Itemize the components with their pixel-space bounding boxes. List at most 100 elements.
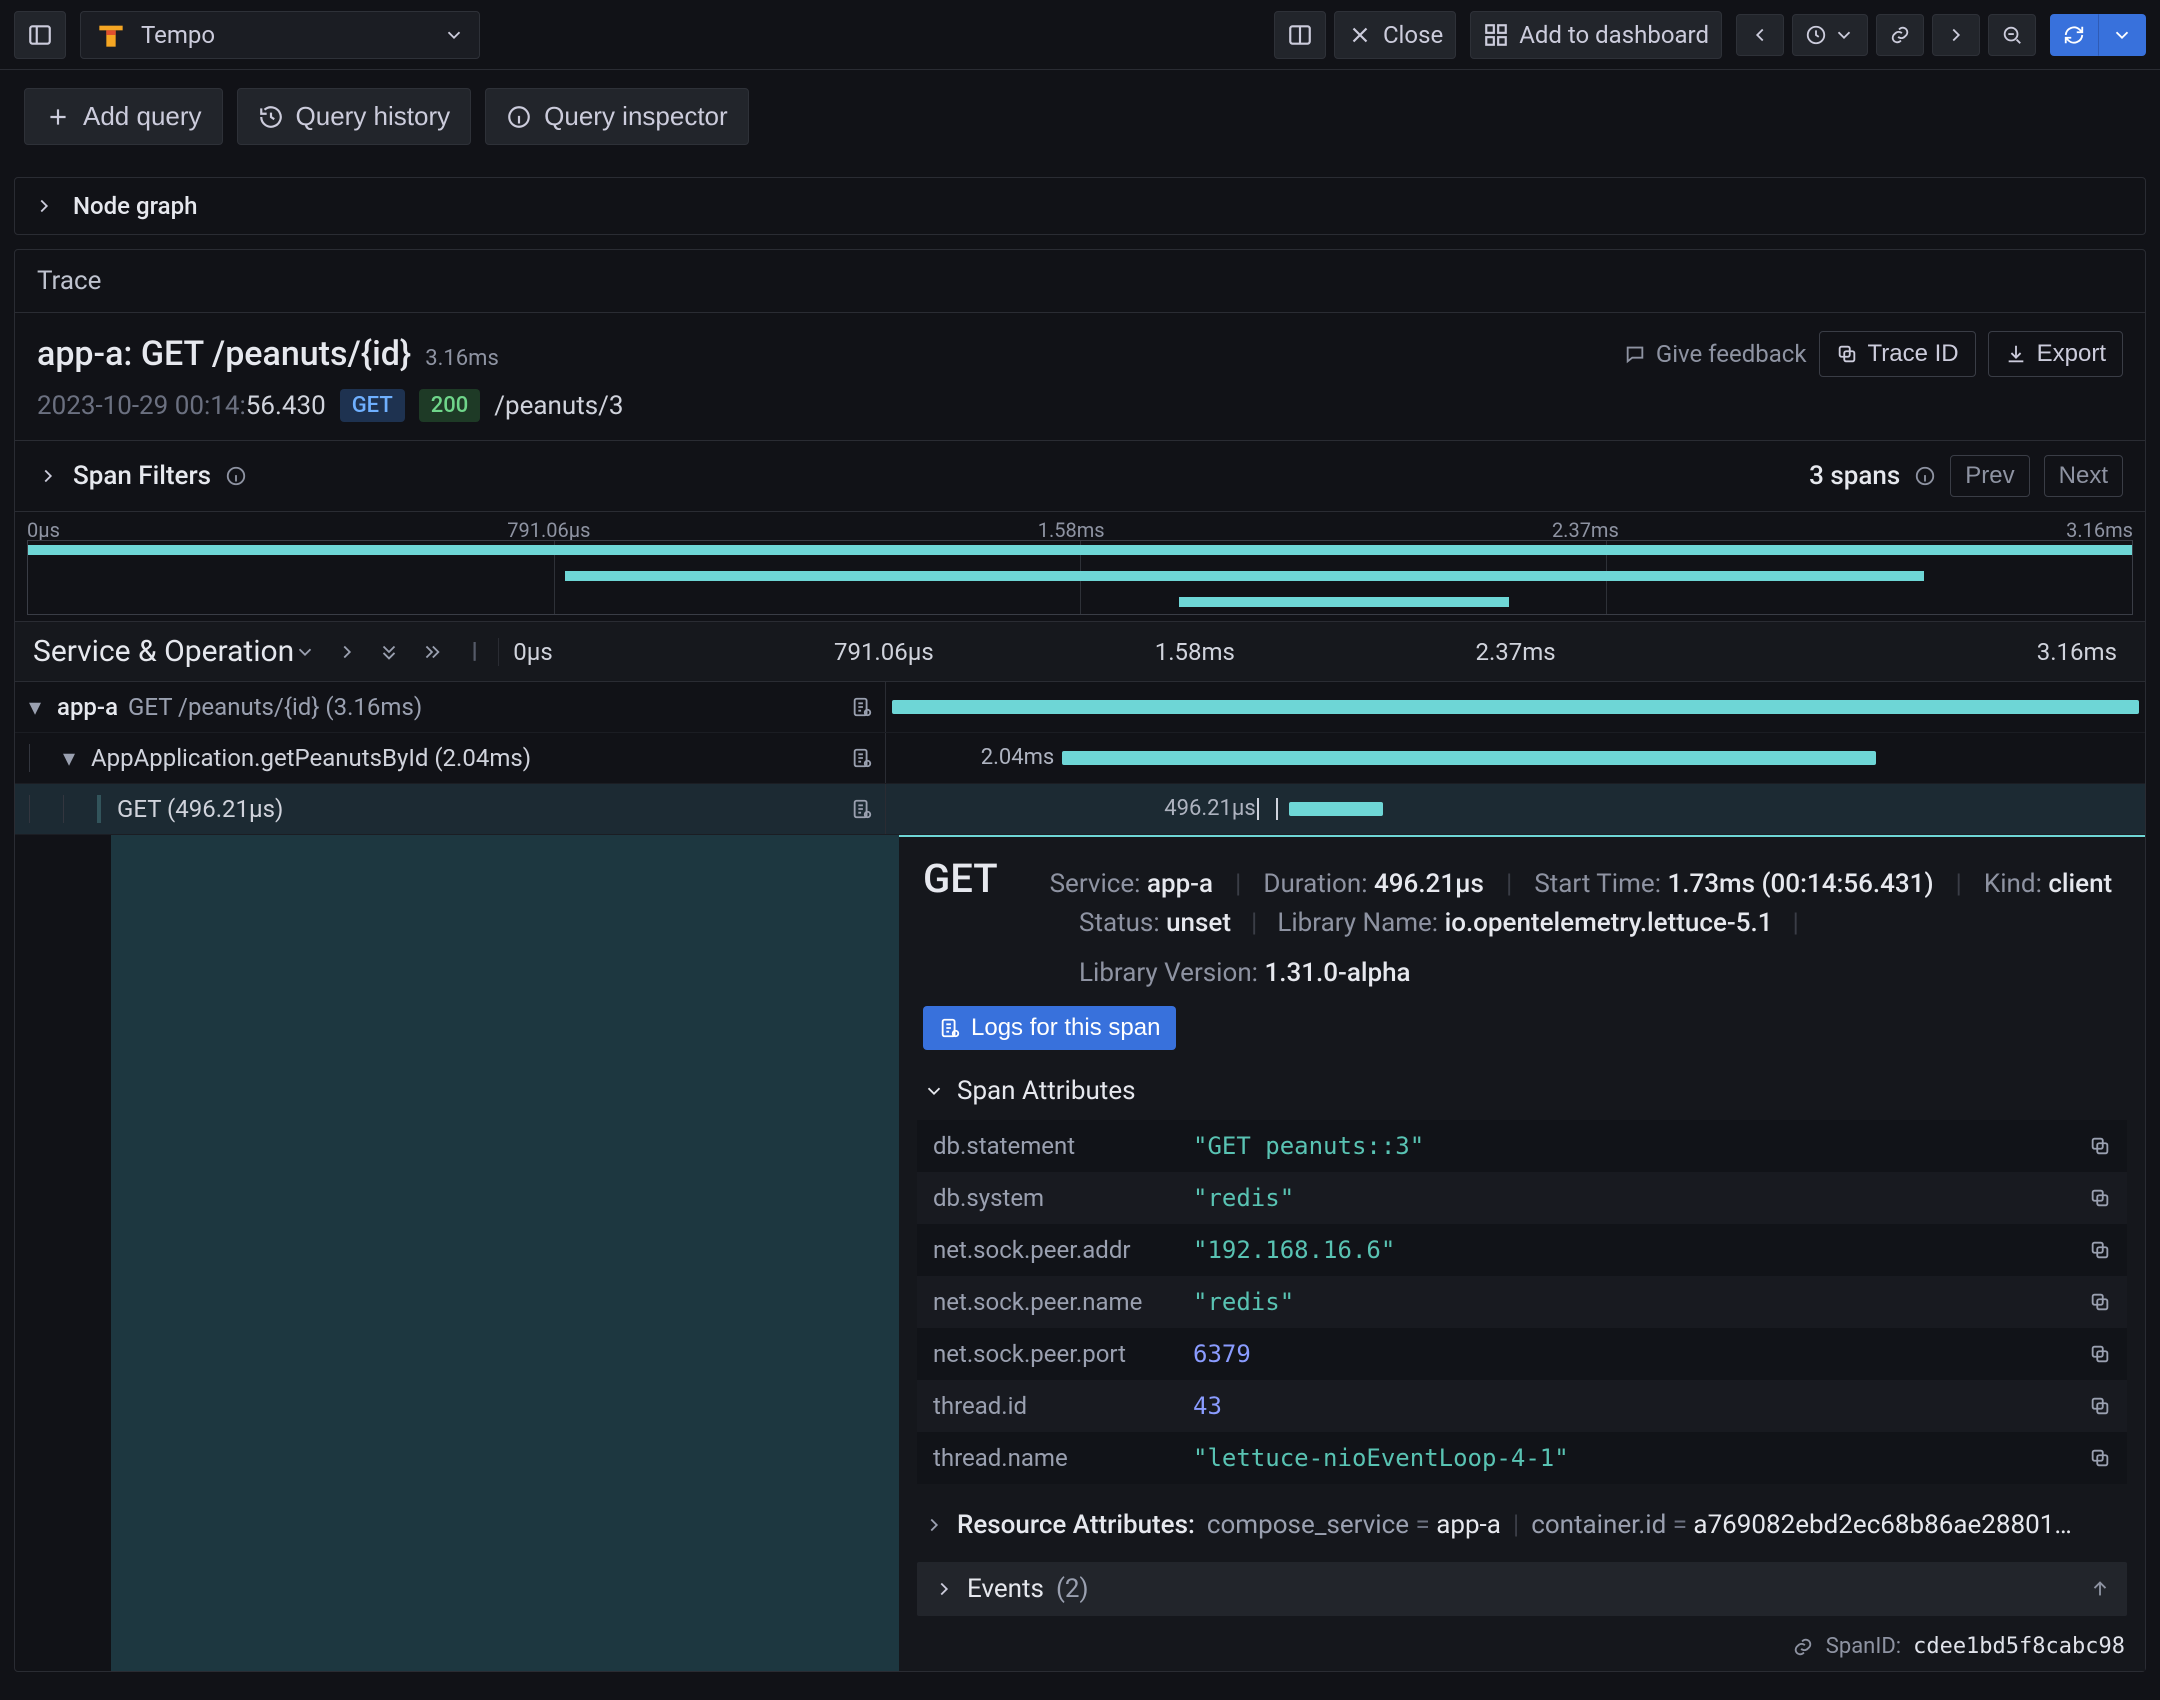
info-icon[interactable]: [1914, 465, 1936, 487]
copy-button[interactable]: [2089, 1447, 2111, 1469]
attribute-row: net.sock.peer.port6379: [917, 1328, 2127, 1380]
attribute-key: thread.id: [933, 1392, 1193, 1420]
datasource-name: Tempo: [141, 21, 215, 49]
comment-icon: [1624, 343, 1646, 365]
topbar: Tempo Close Add to dashboard: [0, 0, 2160, 70]
link-icon[interactable]: [1792, 1636, 1814, 1658]
chevron-down-icon: [1833, 24, 1855, 46]
time-next-button[interactable]: [1932, 14, 1980, 56]
node-graph-label: Node graph: [73, 192, 197, 220]
attribute-row: thread.id43: [917, 1380, 2127, 1432]
copy-button[interactable]: [2089, 1343, 2111, 1365]
trace-info-row: 2023-10-29 00:14:56.430 GET 200 /peanuts…: [15, 383, 2145, 440]
events-row[interactable]: Events (2): [917, 1562, 2127, 1616]
span-row-selected[interactable]: GET (496.21µs) 496.21µs: [15, 784, 2145, 835]
attribute-value: 6379: [1193, 1340, 2089, 1368]
logs-for-span-button[interactable]: Logs for this span: [923, 1006, 1176, 1050]
logs-icon[interactable]: [851, 747, 873, 769]
query-inspector-button[interactable]: Query inspector: [485, 88, 749, 145]
add-to-dashboard-button[interactable]: Add to dashboard: [1470, 11, 1722, 59]
span-row[interactable]: ▾ AppApplication.getPeanutsById (2.04ms)…: [15, 733, 2145, 784]
copy-button[interactable]: [2089, 1395, 2111, 1417]
give-feedback-link[interactable]: Give feedback: [1624, 340, 1807, 368]
close-button[interactable]: Close: [1334, 11, 1456, 59]
chevron-right-icon: [1945, 24, 1967, 46]
close-icon: [1347, 22, 1373, 48]
span-detail-panel: GET Service: app-a | Duration: 496.21µs …: [899, 835, 2145, 1671]
span-count: 3 spans: [1809, 461, 1900, 491]
chevron-down-icon: [443, 24, 465, 46]
refresh-interval-button[interactable]: [2098, 14, 2146, 56]
node-graph-section[interactable]: Node graph: [14, 177, 2146, 235]
status-badge: 200: [419, 389, 481, 422]
chevron-down-icon: [2111, 24, 2133, 46]
trace-path: /peanuts/3: [494, 391, 623, 421]
copy-icon: [1836, 343, 1858, 365]
attribute-row: net.sock.peer.name"redis": [917, 1276, 2127, 1328]
chevron-right-icon: [33, 195, 55, 217]
prev-span-button[interactable]: Prev: [1950, 455, 2029, 497]
zoom-out-button[interactable]: [1988, 14, 2036, 56]
panel-left-icon: [27, 22, 53, 48]
chevron-right-icon: [923, 1514, 945, 1536]
chevron-left-icon: [1749, 24, 1771, 46]
chevron-right-icon[interactable]: [37, 465, 59, 487]
datasource-picker[interactable]: Tempo: [80, 11, 480, 59]
sidebar-toggle-button[interactable]: [14, 11, 66, 59]
info-icon[interactable]: [225, 465, 247, 487]
logs-icon[interactable]: [851, 696, 873, 718]
trace-title: app-a: GET /peanuts/{id}: [37, 334, 411, 374]
attribute-value: "192.168.16.6": [1193, 1236, 2089, 1264]
span-attributes-header[interactable]: Span Attributes: [899, 1066, 2145, 1116]
chevron-right-icon: [933, 1578, 955, 1600]
span-row[interactable]: ▾ app-a GET /peanuts/{id} (3.16ms): [15, 682, 2145, 733]
column-resize-handle[interactable]: ||: [466, 639, 478, 664]
attribute-key: db.statement: [933, 1132, 1193, 1160]
chevrons-right-icon[interactable]: [420, 641, 442, 663]
columns-icon: [1287, 22, 1313, 48]
detail-operation: GET: [923, 855, 998, 902]
attribute-value: "redis": [1193, 1184, 2089, 1212]
copy-button[interactable]: [2089, 1187, 2111, 1209]
attribute-row: net.sock.peer.addr"192.168.16.6": [917, 1224, 2127, 1276]
split-button[interactable]: [1274, 11, 1326, 59]
query-history-button[interactable]: Query history: [237, 88, 472, 145]
link-icon: [1889, 24, 1911, 46]
history-icon: [258, 104, 284, 130]
run-query-button[interactable]: [2050, 14, 2098, 56]
download-icon: [2005, 343, 2027, 365]
time-picker-button[interactable]: [1792, 14, 1868, 56]
attribute-row: thread.name"lettuce-nioEventLoop-4-1": [917, 1432, 2127, 1484]
logs-icon: [939, 1017, 961, 1039]
copy-link-button[interactable]: [1876, 14, 1924, 56]
copy-button[interactable]: [2089, 1239, 2111, 1261]
trace-id-button[interactable]: Trace ID: [1819, 331, 1976, 377]
attribute-key: db.system: [933, 1184, 1193, 1212]
scroll-top-button[interactable]: [2089, 1578, 2111, 1600]
chevrons-down-icon[interactable]: [378, 641, 400, 663]
arrow-up-icon: [2089, 1578, 2111, 1600]
span-id-row: SpanID: cdee1bd5f8cabc98: [899, 1626, 2145, 1671]
span-attributes-table: db.statement"GET peanuts::3"db.system"re…: [917, 1120, 2127, 1484]
time-prev-button[interactable]: [1736, 14, 1784, 56]
resource-attributes-row[interactable]: Resource Attributes: compose_service = a…: [899, 1498, 2145, 1552]
attribute-key: net.sock.peer.name: [933, 1288, 1193, 1316]
logs-icon[interactable]: [851, 798, 873, 820]
span-filters-label: Span Filters: [73, 461, 211, 491]
selection-highlight: [111, 835, 899, 1671]
trace-duration: 3.16ms: [425, 346, 499, 371]
copy-button[interactable]: [2089, 1135, 2111, 1157]
plus-icon: [45, 104, 71, 130]
attribute-row: db.statement"GET peanuts::3": [917, 1120, 2127, 1172]
clock-icon: [1805, 24, 1827, 46]
chevron-right-icon[interactable]: [336, 641, 358, 663]
attribute-value: "GET peanuts::3": [1193, 1132, 2089, 1160]
add-query-button[interactable]: Add query: [24, 88, 223, 145]
chevron-down-icon[interactable]: [294, 641, 316, 663]
span-filters-row: Span Filters 3 spans Prev Next: [15, 440, 2145, 512]
attribute-value: "redis": [1193, 1288, 2089, 1316]
export-button[interactable]: Export: [1988, 331, 2123, 377]
next-span-button[interactable]: Next: [2044, 455, 2123, 497]
copy-button[interactable]: [2089, 1291, 2111, 1313]
trace-minimap[interactable]: 0µs 791.06µs 1.58ms 2.37ms 3.16ms: [15, 512, 2145, 622]
